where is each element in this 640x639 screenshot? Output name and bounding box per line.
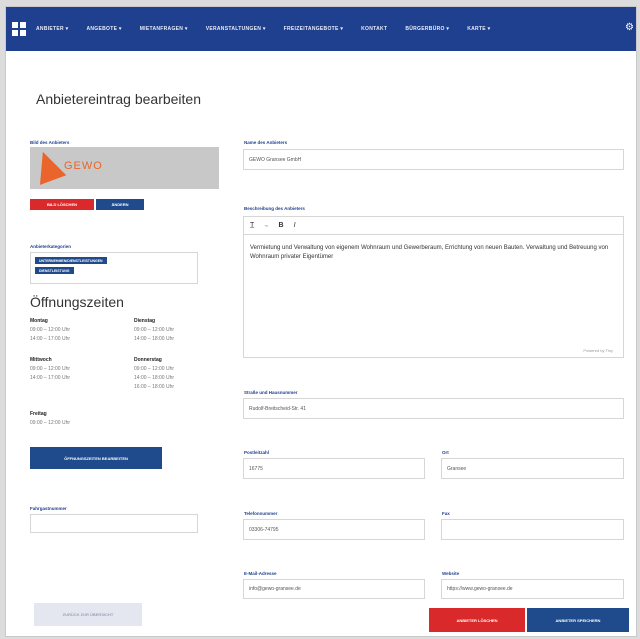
- bold-icon[interactable]: B: [279, 222, 284, 229]
- delete-provider-button[interactable]: ANBIETER LÖSCHEN: [429, 608, 525, 632]
- zip-label: Postleitzahl: [244, 450, 270, 455]
- gewo-logo-text: GEWO: [64, 160, 103, 172]
- fax-input[interactable]: [441, 519, 624, 540]
- category-chip[interactable]: DIENSTLEISTUNG: [35, 267, 74, 274]
- phone-label: Telefonnummer: [244, 511, 278, 516]
- day-time: 09:00 – 12:00 Uhr: [30, 420, 71, 426]
- day-name: Dienstag: [134, 318, 156, 324]
- page-title: Anbietereintrag bearbeiten: [36, 91, 202, 107]
- italic-icon[interactable]: I: [294, 222, 296, 229]
- app-logo-icon[interactable]: [12, 22, 26, 36]
- edit-opening-hours-button[interactable]: ÖFFNUNGSZEITEN BEARBEITEN: [30, 447, 162, 469]
- email-label: E-Mail-Adresse: [244, 571, 277, 576]
- provider-name-input[interactable]: GEWO Gransee GmbH: [243, 149, 624, 170]
- day-time: 09:00 – 12:00 Uhr: [30, 366, 71, 372]
- top-navigation: ANBIETER ▾ ANGEBOTE ▾ MIETANFRAGEN ▾ VER…: [6, 7, 636, 51]
- city-input[interactable]: Gransee: [441, 458, 624, 479]
- city-label: Ort: [442, 450, 449, 455]
- day-name: Donnerstag: [134, 357, 162, 363]
- categories-label: Anbieterkategorien: [30, 244, 72, 249]
- description-editor[interactable]: Vermietung und Verwaltung von eigenem Wo…: [243, 235, 624, 358]
- editor-status-text: Powered by Tiny: [583, 348, 613, 353]
- nav-item-freizeitangebote[interactable]: FREIZEITANGEBOTE ▾: [284, 26, 343, 32]
- day-time: 09:00 – 12:00 Uhr: [134, 366, 175, 372]
- nav-item-karte[interactable]: KARTE ▾: [467, 26, 490, 32]
- gewo-logo-mark-icon: [29, 147, 67, 185]
- ticket-number-label: Fahrgastnummer: [30, 506, 67, 511]
- day-time: 16:00 – 18:00 Uhr: [134, 384, 175, 390]
- fax-label: Fax: [442, 511, 450, 516]
- provider-name-label: Name des Anbieters: [244, 140, 288, 145]
- website-input[interactable]: https://www.gewo-gransee.de: [441, 579, 624, 599]
- day-name: Freitag: [30, 411, 47, 417]
- back-to-overview-button[interactable]: ZURÜCK ZUR ÜBERSICHT: [34, 603, 142, 626]
- change-image-button[interactable]: ÄNDERN: [96, 199, 144, 210]
- nav-item-anbieter[interactable]: ANBIETER ▾: [36, 26, 68, 32]
- editor-toolbar: T̲ ⌁ B I: [243, 216, 624, 235]
- delete-image-button[interactable]: BILD LÖSCHEN: [30, 199, 94, 210]
- nav-item-kontakt[interactable]: KONTAKT: [361, 26, 387, 32]
- nav-item-angebote[interactable]: ANGEBOTE ▾: [86, 26, 121, 32]
- website-label: Website: [442, 571, 460, 576]
- app-frame: ANBIETER ▾ ANGEBOTE ▾ MIETANFRAGEN ▾ VER…: [5, 6, 637, 637]
- category-chip[interactable]: UNTERNEHMEN/DIENSTLEISTUNGEN: [35, 257, 107, 264]
- street-input[interactable]: Rudolf-Breitscheid-Str. 41: [243, 398, 624, 419]
- day-time: 09:00 – 12:00 Uhr: [30, 327, 71, 333]
- nav-item-buergerbuero[interactable]: BÜRGERBÜRO ▾: [405, 26, 449, 32]
- day-name: Mittwoch: [30, 357, 52, 363]
- day-time: 14:00 – 17:00 Uhr: [30, 375, 71, 381]
- categories-select[interactable]: UNTERNEHMEN/DIENSTLEISTUNGEN DIENSTLEIST…: [30, 252, 198, 284]
- opening-hours-title: Öffnungszeiten: [30, 294, 124, 310]
- link-icon[interactable]: ⌁: [264, 222, 268, 230]
- ticket-number-input[interactable]: [30, 514, 198, 533]
- nav-item-mietanfragen[interactable]: MIETANFRAGEN ▾: [140, 26, 188, 32]
- day-time: 14:00 – 18:00 Uhr: [134, 375, 175, 381]
- email-input[interactable]: info@gewo-gransee.de: [243, 579, 425, 599]
- phone-input[interactable]: 03306-74795: [243, 519, 425, 540]
- description-text: Vermietung und Verwaltung von eigenem Wo…: [250, 245, 609, 260]
- settings-gear-icon[interactable]: ⚙: [625, 22, 634, 33]
- day-name: Montag: [30, 318, 48, 324]
- save-provider-button[interactable]: ANBIETER SPEICHERN: [527, 608, 629, 632]
- zip-input[interactable]: 16775: [243, 458, 425, 479]
- clear-format-icon[interactable]: T̲: [250, 222, 254, 229]
- logo-label: Bild des Anbieters: [30, 140, 70, 145]
- day-time: 14:00 – 18:00 Uhr: [134, 336, 175, 342]
- day-time: 09:00 – 12:00 Uhr: [134, 327, 175, 333]
- nav-item-veranstaltungen[interactable]: VERANSTALTUNGEN ▾: [206, 26, 266, 32]
- provider-logo-image: GEWO: [29, 147, 219, 189]
- description-label: Beschreibung des Anbieters: [244, 206, 305, 211]
- street-label: Straße und Hausnummer: [244, 390, 298, 395]
- day-time: 14:00 – 17:00 Uhr: [30, 336, 71, 342]
